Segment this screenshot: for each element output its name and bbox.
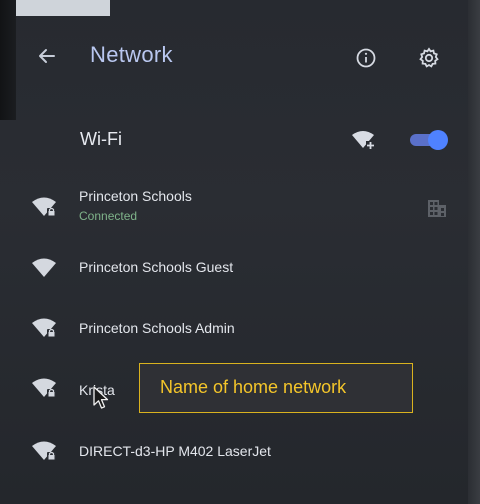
network-name: Princeton Schools Guest: [79, 259, 234, 275]
list-item[interactable]: Princeton Schools Guest: [0, 243, 480, 293]
network-settings-screen: Network Wi-Fi Princeton Schools Connecte…: [0, 0, 480, 504]
wifi-locked-icon: [32, 441, 56, 460]
add-wifi-icon[interactable]: [350, 128, 376, 152]
network-name: DIRECT-d3-HP M402 LaserJet: [79, 443, 271, 459]
wifi-label: Wi-Fi: [80, 129, 122, 149]
gear-icon[interactable]: [416, 45, 442, 71]
connection-status: Connected: [79, 209, 138, 223]
header-bar: Network: [0, 30, 480, 86]
list-item[interactable]: Princeton Schools Connected: [0, 182, 480, 232]
network-name: Princeton Schools: [79, 188, 192, 204]
wifi-locked-icon: [32, 318, 56, 337]
network-name: Princeton Schools Admin: [79, 320, 235, 336]
wifi-toggle[interactable]: [404, 130, 448, 150]
wifi-icon: [32, 258, 56, 277]
wifi-locked-icon: [32, 378, 56, 397]
mouse-cursor-icon: [93, 386, 109, 409]
wifi-locked-icon: [32, 197, 56, 216]
annotation-text: Name of home network: [160, 377, 347, 397]
page-title: Network: [90, 42, 173, 67]
toggle-thumb: [428, 130, 448, 150]
building-icon: [428, 200, 446, 217]
list-item[interactable]: Princeton Schools Admin: [0, 303, 480, 353]
list-item[interactable]: DIRECT-d3-HP M402 LaserJet: [0, 426, 480, 476]
info-circle-icon[interactable]: [354, 46, 378, 70]
wifi-section-header: Wi-Fi: [0, 116, 480, 164]
annotation-callout: Name of home network: [139, 363, 413, 413]
screen-bezel-top: [0, 0, 110, 16]
arrow-left-icon[interactable]: [34, 43, 60, 69]
